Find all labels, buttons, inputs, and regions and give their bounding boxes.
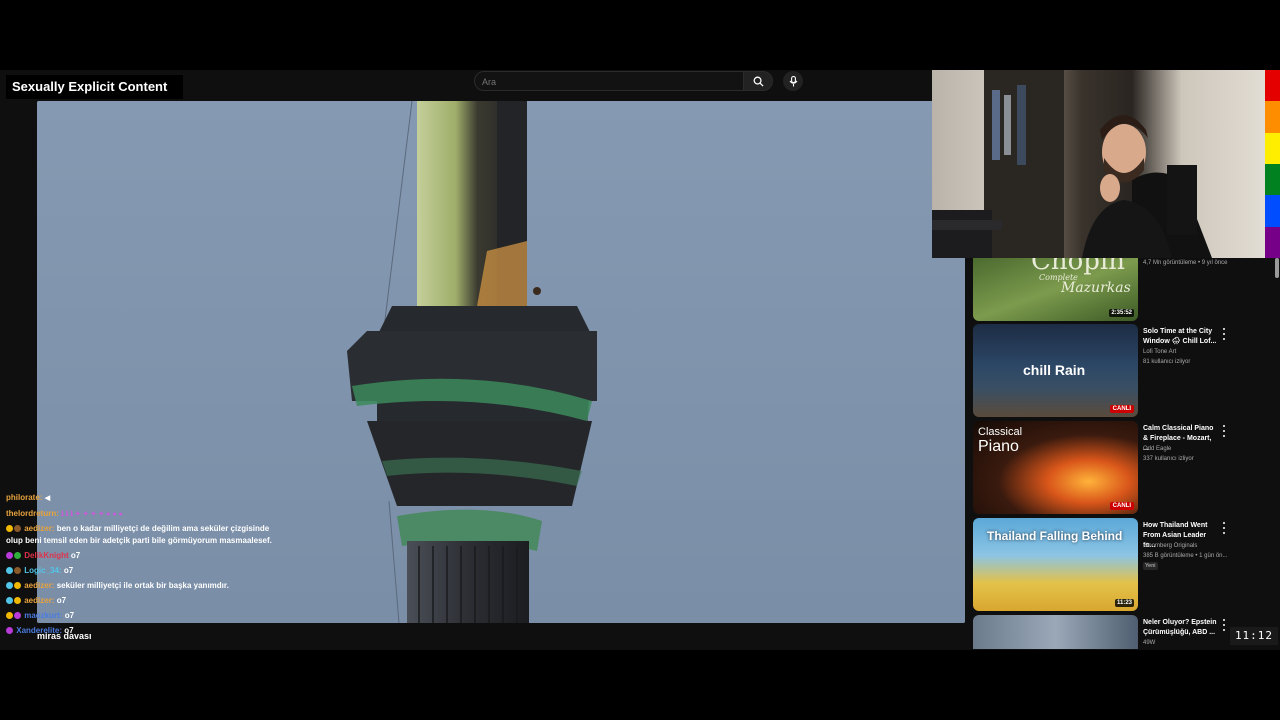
channel-name[interactable]: Odd Eagle (1143, 446, 1233, 452)
video-meta: 337 kullanıcı izliyor (1143, 456, 1194, 462)
chat-message: Logic_34: o7 (6, 563, 276, 578)
video-thumbnail[interactable]: Chopin Complete Mazurkas 2:35:52 (973, 258, 1138, 321)
chat-username: thelordreturn: (6, 509, 59, 518)
badge-icon (6, 552, 13, 560)
stream-layout: Sexually Explicit Content philorate: ◀ t… (0, 70, 1280, 650)
badge-icon (6, 597, 13, 605)
live-badge: CANLI (1109, 502, 1134, 510)
badge-icon (14, 582, 21, 590)
video-title[interactable]: Solo Time at the City Window 🌧 Chill Lof… (1143, 327, 1219, 347)
search-box[interactable] (474, 71, 744, 91)
recommendation-item[interactable]: Neler Oluyor? Epstein Çürümüşlüğü, ABD .… (973, 615, 1263, 649)
chat-message: maozkurt: o7 (6, 608, 276, 623)
search-button[interactable] (743, 71, 773, 91)
chat-message: aedizer: o7 (6, 593, 276, 608)
badge-icon (14, 552, 21, 560)
chat-text: o7 (64, 611, 75, 620)
video-thumbnail[interactable] (973, 615, 1138, 649)
recommendation-item[interactable]: Thailand Falling Behind 11:23 How Thaila… (973, 518, 1263, 615)
video-thumbnail[interactable]: Thailand Falling Behind 11:23 (973, 518, 1138, 611)
more-options-icon[interactable] (1221, 522, 1227, 534)
voice-search-button[interactable] (783, 71, 803, 91)
chat-username: philorate: (6, 493, 43, 502)
badge-icon (6, 612, 13, 620)
thumbnail-title: Thailand Falling Behind (987, 529, 1123, 543)
badge-icon (6, 627, 13, 635)
badge-icon (6, 567, 13, 575)
badge-icon (14, 597, 21, 605)
chat-message: DelikKnight o7 (6, 548, 276, 563)
more-options-icon[interactable] (1221, 328, 1227, 340)
live-badge: CANLI (1109, 405, 1134, 413)
emote-icon: ℹ ℹ ℹ ✦ ✦ ✦ ✦ ● ● ● (61, 511, 123, 518)
emote-icon: ◀ (44, 495, 51, 502)
caption-text: miras davası (37, 631, 92, 641)
chat-text: o7 (70, 551, 81, 560)
chat-username: aedizer: (24, 596, 55, 605)
chat-username: Logic_34: (24, 566, 62, 575)
chat-username: DelikKnight (24, 551, 69, 560)
chat-message: thelordreturn: ℹ ℹ ℹ ✦ ✦ ✦ ✦ ● ● ● (6, 506, 276, 522)
video-thumbnail[interactable]: Classical Piano CANLI (973, 421, 1138, 514)
more-options-icon[interactable] (1221, 425, 1227, 437)
pride-flag-stripe (1265, 70, 1280, 258)
chat-username: aedizer: (24, 581, 55, 590)
video-meta: 385 B görüntüleme • 1 gün ön... (1143, 553, 1228, 559)
video-meta: 81 kullanıcı izliyor (1143, 359, 1191, 365)
thumbnail-title: chill Rain (1023, 362, 1086, 378)
more-options-icon[interactable] (1221, 619, 1227, 631)
recommendation-list: Chopin Complete Mazurkas 2:35:52 chill R… (973, 258, 1263, 649)
chat-message: aedizer: seküler milliyetçi ile ortak bi… (6, 578, 276, 593)
channel-name[interactable]: 49W (1143, 640, 1233, 646)
badge-icon (14, 525, 21, 533)
video-thumbnail[interactable]: chill Rain CANLI (973, 324, 1138, 417)
chat-username: aedizer: (24, 524, 55, 533)
search-icon (753, 76, 764, 87)
thumbnail-subtitle: Mazurkas (1061, 280, 1131, 296)
thumbnail-title: Classical (978, 426, 1023, 438)
chat-overlay: philorate: ◀ thelordreturn: ℹ ℹ ℹ ✦ ✦ ✦ … (6, 490, 276, 638)
recommendation-item[interactable]: chill Rain CANLI Solo Time at the City W… (973, 324, 1263, 421)
video-title[interactable]: Neler Oluyor? Epstein Çürümüşlüğü, ABD .… (1143, 618, 1219, 638)
chat-message: aedizer: ben o kadar milliyetçi de değil… (6, 522, 276, 548)
badge-icon (6, 582, 13, 590)
recommendation-item[interactable]: Chopin Complete Mazurkas 2:35:52 (973, 258, 1263, 324)
chat-text: o7 (56, 596, 67, 605)
channel-name[interactable]: Lofi Tone Art (1143, 349, 1233, 355)
chat-text: o7 (63, 566, 74, 575)
chat-message: philorate: ◀ (6, 490, 276, 506)
scrollbar-thumb[interactable] (1275, 258, 1279, 278)
thumbnail-subtitle: Piano (978, 438, 1019, 455)
webcam-feed (932, 70, 1265, 258)
badge-icon (14, 567, 21, 575)
video-duration: 11:23 (1114, 599, 1134, 607)
badge-icon (6, 525, 13, 533)
recommendation-item[interactable]: Classical Piano CANLI Calm Classical Pia… (973, 421, 1263, 518)
search-input[interactable] (475, 73, 732, 91)
content-warning-badge: Sexually Explicit Content (6, 75, 183, 99)
new-badge: Yeni (1143, 562, 1158, 570)
channel-name[interactable]: Bloomberg Originals (1143, 543, 1233, 549)
video-duration: 2:35:52 (1109, 309, 1134, 317)
chat-text: seküler milliyetçi ile ortak bir başka y… (56, 581, 229, 590)
microphone-icon (789, 75, 797, 86)
badge-icon (14, 612, 21, 620)
chat-username: maozkurt: (24, 611, 63, 620)
clock-display: 11:12 (1230, 627, 1278, 645)
